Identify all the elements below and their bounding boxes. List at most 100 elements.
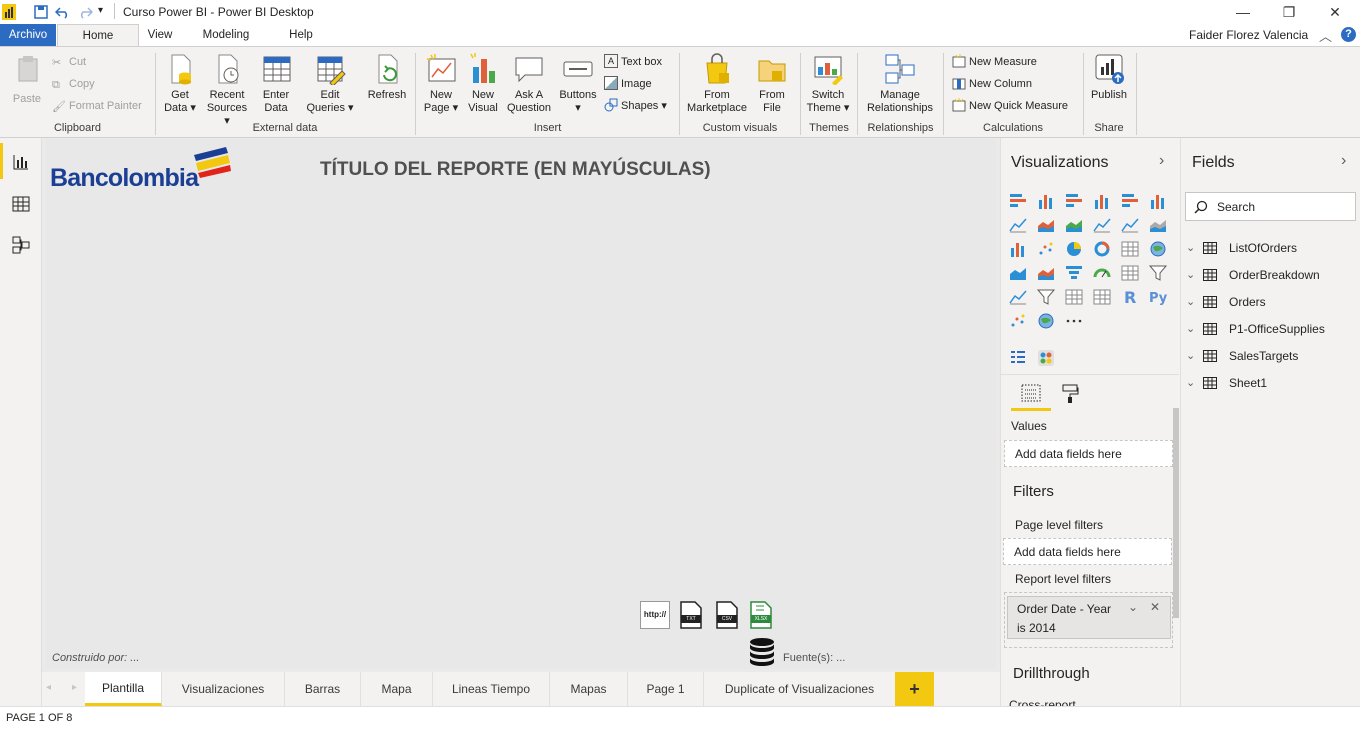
user-name[interactable]: Faider Florez Valencia (1189, 28, 1308, 42)
new-measure-button[interactable]: New Measure (952, 53, 1037, 71)
ribbon-chart-icon[interactable] (1149, 216, 1167, 234)
globe-icon[interactable] (1037, 312, 1055, 330)
custom-visual-icon[interactable] (1037, 349, 1055, 367)
maximize-button[interactable]: ❐ (1266, 2, 1312, 22)
menu-archivo[interactable]: Archivo (0, 24, 56, 46)
collapse-ribbon-icon[interactable]: ︿ (1319, 26, 1332, 45)
scatter-icon[interactable] (1037, 240, 1055, 258)
funnel-icon[interactable] (1065, 264, 1083, 282)
clustered-bar-icon[interactable] (1065, 192, 1083, 210)
stacked-bar-icon[interactable] (1009, 192, 1027, 210)
edit-queries-button[interactable]: Edit Queries ▾ (305, 53, 355, 115)
enter-data-button[interactable]: Enter Data (256, 53, 296, 115)
copy-button[interactable]: ⧉ Copy (52, 75, 95, 93)
tab-page-1[interactable]: Page 1 (628, 672, 704, 706)
shape-map-icon[interactable] (1037, 264, 1055, 282)
format-paint-roller-icon[interactable] (1061, 384, 1079, 404)
tab-scroll-left-icon[interactable]: ◂ (46, 682, 51, 693)
chevron-down-icon[interactable]: ⌄ (1186, 236, 1195, 260)
fields-well-icon[interactable] (1021, 384, 1041, 402)
help-icon[interactable]: ? (1341, 27, 1356, 42)
quick-access-dropdown-icon[interactable]: ▾ (98, 5, 103, 16)
get-data-button[interactable]: Get Data ▾ (160, 53, 200, 115)
field-table-row[interactable]: ⌄ ListOfOrders (1181, 236, 1359, 260)
refresh-button[interactable]: Refresh (366, 53, 408, 102)
new-quick-measure-button[interactable]: New Quick Measure (952, 97, 1068, 115)
tab-lineas-tiempo[interactable]: Lineas Tiempo (433, 672, 550, 706)
field-table-row[interactable]: ⌄ Sheet1 (1181, 371, 1359, 395)
add-page-button[interactable]: + (895, 672, 934, 706)
switch-theme-button[interactable]: Switch Theme ▾ (805, 53, 851, 115)
recent-sources-button[interactable]: Recent Sources ▾ (203, 53, 251, 128)
slicer-list-icon[interactable] (1009, 349, 1027, 367)
line-chart-icon[interactable] (1009, 216, 1027, 234)
100-bar-icon[interactable] (1121, 192, 1139, 210)
menu-home[interactable]: Home (57, 24, 139, 47)
chevron-down-icon[interactable]: ⌄ (1128, 600, 1138, 614)
from-marketplace-button[interactable]: From Marketplace (684, 53, 750, 115)
filter-card[interactable]: Order Date - Year is 2014 ⌄ ✕ (1007, 596, 1171, 639)
key-influencers-icon[interactable] (1009, 312, 1027, 330)
report-view-icon[interactable] (11, 152, 31, 172)
minimize-button[interactable]: — (1220, 2, 1266, 22)
pie-icon[interactable] (1065, 240, 1083, 258)
txt-file-icon[interactable] (678, 601, 704, 629)
field-table-row[interactable]: ⌄ SalesTargets (1181, 344, 1359, 368)
slicer-icon[interactable] (1037, 288, 1055, 306)
menu-modeling[interactable]: Modeling (192, 24, 260, 46)
chevron-down-icon[interactable]: ⌄ (1186, 371, 1195, 395)
search-input[interactable]: Search (1217, 200, 1255, 214)
source-text[interactable]: Fuente(s): ... (783, 652, 845, 664)
tab-plantilla[interactable]: Plantilla (85, 672, 162, 706)
area-chart-icon[interactable] (1037, 216, 1055, 234)
line-column-icon[interactable] (1093, 216, 1111, 234)
menu-view[interactable]: View (139, 24, 181, 46)
field-table-row[interactable]: ⌄ Orders (1181, 290, 1359, 314)
data-view-icon[interactable] (11, 194, 31, 214)
more-visuals-icon[interactable] (1065, 312, 1083, 330)
new-column-button[interactable]: New Column (952, 75, 1032, 93)
stacked-area-icon[interactable] (1065, 216, 1083, 234)
report-title[interactable]: TÍTULO DEL REPORTE (EN MAYÚSCULAS) (320, 159, 711, 181)
publish-button[interactable]: Publish (1088, 53, 1130, 102)
tab-barras[interactable]: Barras (285, 672, 361, 706)
chevron-down-icon[interactable]: ⌄ (1186, 317, 1195, 341)
kpi-icon[interactable] (1009, 288, 1027, 306)
table-visual-icon[interactable] (1065, 288, 1083, 306)
tab-mapas[interactable]: Mapas (550, 672, 628, 706)
buttons-button[interactable]: Buttons ▾ (556, 53, 600, 115)
cut-button[interactable]: ✂ Cut (52, 53, 86, 71)
model-view-icon[interactable] (11, 235, 31, 255)
ask-a-question-button[interactable]: Ask A Question (505, 53, 553, 115)
donut-icon[interactable] (1093, 240, 1111, 258)
stacked-column-icon[interactable] (1037, 192, 1055, 210)
new-visual-button[interactable]: New Visual (463, 53, 503, 115)
paste-button[interactable]: Paste (7, 53, 47, 106)
image-button[interactable]: Image (604, 75, 652, 93)
100-column-icon[interactable] (1149, 192, 1167, 210)
web-source-icon[interactable]: http:// (640, 601, 670, 629)
gauge-icon[interactable] (1093, 264, 1111, 282)
pane-scrollbar[interactable] (1173, 408, 1179, 618)
chevron-down-icon[interactable]: ⌄ (1186, 344, 1195, 368)
card-icon[interactable] (1121, 264, 1139, 282)
r-visual-icon[interactable]: R (1121, 288, 1139, 306)
from-file-button[interactable]: From File (753, 53, 791, 115)
values-drop-zone[interactable]: Add data fields here (1004, 440, 1173, 467)
python-visual-icon[interactable]: Py (1149, 288, 1167, 306)
close-icon[interactable]: ✕ (1150, 600, 1160, 614)
xlsx-file-icon[interactable] (748, 601, 774, 629)
filled-map-icon[interactable] (1009, 264, 1027, 282)
line-clustered-icon[interactable] (1121, 216, 1139, 234)
collapse-visualizations-icon[interactable]: › (1159, 152, 1164, 170)
format-painter-button[interactable]: 🖌 Format Painter (52, 97, 142, 115)
chevron-down-icon[interactable]: ⌄ (1186, 290, 1195, 314)
report-canvas[interactable]: Bancolombia TÍTULO DEL REPORTE (EN MAYÚS… (46, 139, 996, 669)
fields-search-box[interactable]: Search (1185, 192, 1356, 221)
matrix-icon[interactable] (1093, 288, 1111, 306)
tab-mapa[interactable]: Mapa (361, 672, 433, 706)
tab-visualizaciones[interactable]: Visualizaciones (162, 672, 285, 706)
field-table-row[interactable]: ⌄ OrderBreakdown (1181, 263, 1359, 287)
page-filters-drop-zone[interactable]: Add data fields here (1003, 538, 1172, 565)
close-window-button[interactable]: ✕ (1312, 2, 1358, 22)
